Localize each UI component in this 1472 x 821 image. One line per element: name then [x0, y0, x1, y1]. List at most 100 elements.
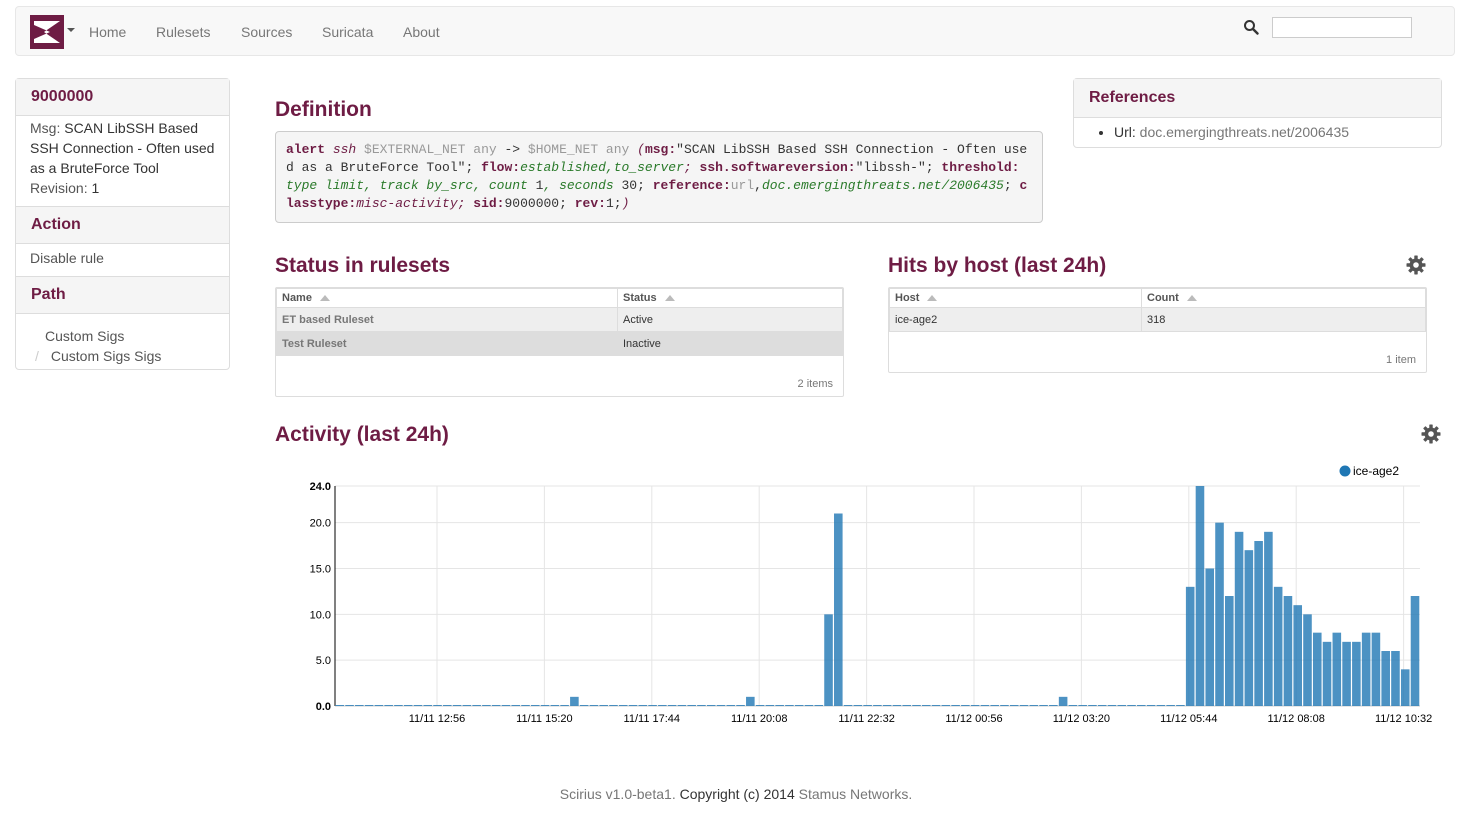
bar [746, 696, 755, 706]
bar [1166, 705, 1175, 706]
code-semi: ; [559, 196, 567, 211]
x-tick-label: 11/12 00:56 [945, 713, 1002, 725]
bar [423, 705, 433, 706]
table-row[interactable]: Test Ruleset Inactive [276, 331, 843, 356]
references-list: Url: doc.emergingthreats.net/2006435 [1074, 124, 1441, 140]
bar [540, 705, 550, 706]
sort-asc-icon[interactable] [927, 295, 938, 302]
activity-title: Activity (last 24h) [275, 423, 449, 446]
reference-url-link[interactable]: doc.emergingthreats.net/2006435 [1140, 124, 1349, 140]
code-rev-key: rev: [574, 196, 606, 211]
bar [560, 705, 569, 706]
bar [433, 705, 442, 706]
bar [1391, 651, 1400, 706]
bar [941, 705, 951, 706]
version-link[interactable]: Scirius v1.0-beta1 [560, 786, 672, 802]
search-input[interactable] [1272, 17, 1412, 38]
bar [1273, 586, 1283, 706]
nav-suricata[interactable]: Suricata [322, 24, 373, 40]
bar [579, 705, 589, 706]
code-proto: ssh [332, 142, 357, 157]
bar [1371, 632, 1381, 706]
sort-asc-icon[interactable] [1186, 295, 1197, 302]
bar [970, 705, 980, 706]
col-host-header[interactable]: Host [889, 288, 1142, 308]
y-tick-label: 20.0 [310, 518, 331, 530]
bar [961, 705, 970, 706]
x-tick-label: 11/12 08:08 [1268, 713, 1325, 725]
hits-table: Host Count ice-age2 318 1 item [888, 287, 1427, 373]
table-header-row: Name Status [276, 288, 843, 308]
code-open: ( [637, 142, 645, 157]
legend-marker [1339, 465, 1351, 477]
bar [550, 705, 560, 706]
disable-rule-link[interactable]: Disable rule [30, 250, 104, 266]
code-semi: ; [465, 160, 474, 175]
ruleset-status: Inactive [617, 331, 843, 356]
bar [609, 705, 618, 706]
bar [1117, 705, 1127, 706]
code-ct-val: misc-activity [356, 196, 458, 211]
x-tick-label: 11/11 20:08 [731, 713, 787, 725]
path-custom-sigs[interactable]: Custom Sigs [45, 328, 124, 344]
col-count-header[interactable]: Count [1141, 288, 1426, 308]
bar [716, 705, 726, 706]
path-custom-sigs-sigs[interactable]: Custom Sigs Sigs [51, 348, 161, 364]
bar [824, 614, 833, 706]
bar [667, 705, 677, 706]
references-title: References [1074, 79, 1441, 118]
bar [1400, 669, 1410, 706]
bar [658, 705, 667, 706]
bar [570, 696, 579, 706]
path-separator: / [35, 348, 39, 364]
action-title: Action [16, 206, 229, 244]
sort-asc-icon[interactable] [664, 295, 675, 302]
code-rev-val: 1 [605, 196, 614, 211]
bar [501, 705, 511, 706]
gear-icon[interactable] [1406, 255, 1426, 275]
y-tick-label: 15.0 [310, 564, 331, 576]
code-semi: ; [457, 196, 466, 211]
bar [1137, 705, 1146, 706]
bar [1361, 632, 1371, 706]
bar [677, 705, 687, 706]
ruleset-name[interactable]: Test Ruleset [276, 331, 618, 356]
bar [736, 705, 745, 706]
bar [530, 705, 540, 706]
company-link[interactable]: Stamus Networks [799, 786, 909, 802]
nav-sources[interactable]: Sources [241, 24, 292, 40]
code-semi: ; [925, 160, 934, 175]
bar [706, 705, 716, 706]
x-tick-label: 11/11 17:44 [624, 713, 680, 725]
col-status-header[interactable]: Status [617, 288, 843, 308]
ruleset-name[interactable]: ET based Ruleset [276, 307, 618, 332]
bar [1029, 705, 1039, 706]
bar [628, 705, 638, 706]
x-tick-label: 11/11 15:20 [516, 713, 572, 725]
search-icon[interactable] [1243, 19, 1259, 35]
bar [1088, 705, 1097, 706]
bar [834, 513, 843, 706]
nav-home[interactable]: Home [89, 24, 126, 40]
gear-icon[interactable] [1421, 424, 1441, 444]
y-tick-label: 10.0 [310, 609, 331, 621]
bar [1215, 522, 1224, 706]
status-table-count: 2 items [797, 378, 833, 390]
bar [1185, 586, 1195, 706]
logo-dropdown-caret-icon[interactable] [67, 28, 75, 32]
scirius-logo[interactable] [30, 15, 64, 49]
x-tick-label: 11/12 03:20 [1053, 713, 1110, 725]
nav-about[interactable]: About [403, 24, 440, 40]
nav-rulesets[interactable]: Rulesets [156, 24, 210, 40]
sort-asc-icon[interactable] [319, 295, 330, 302]
table-row[interactable]: ET based Ruleset Active [276, 307, 843, 332]
bar [1352, 641, 1361, 706]
col-name-header[interactable]: Name [276, 288, 618, 308]
table-row[interactable]: ice-age2 318 [889, 307, 1426, 332]
activity-chart: 0.0 5.0 10.0 15.0 20.0 24.0 11/11 12:56 11/11 1… [310, 464, 1433, 725]
bar [384, 705, 393, 706]
code-sid-key: sid: [473, 196, 505, 211]
code-thr-num: 30 [621, 178, 638, 193]
page-footer: Scirius v1.0-beta1. Copyright (c) 2014 S… [559, 786, 913, 802]
copyright-text: Copyright (c) 2014 [675, 786, 799, 802]
